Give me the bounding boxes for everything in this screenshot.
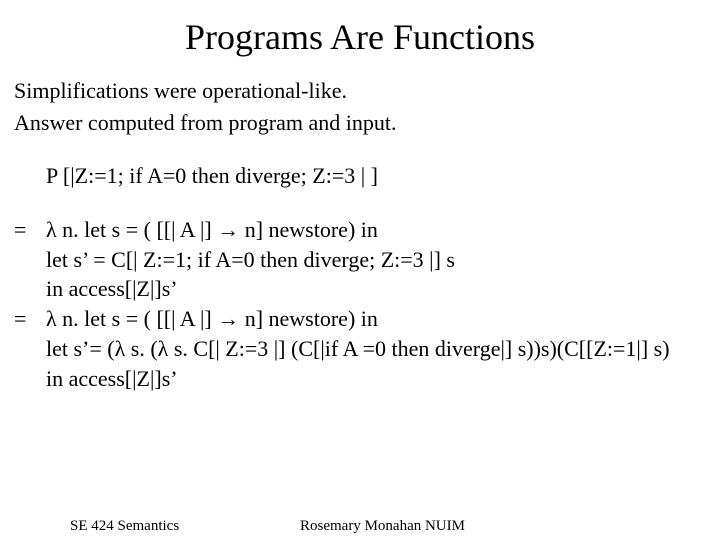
intro-line-1: Simplifications were operational-like. <box>14 76 706 106</box>
spacer <box>14 139 706 161</box>
derivation-1-line-2: let s’ = C[| Z:=1; if A=0 then diverge; … <box>14 245 706 275</box>
slide: Programs Are Functions Simplifications w… <box>0 0 720 540</box>
footer-course: SE 424 Semantics <box>70 518 179 535</box>
derivation-1-line-3: in access[|Z|]s’ <box>14 274 706 304</box>
derivation-2-line-2: let s’= (λ s. (λ s. C[| Z:=3 |] (C[|if A… <box>14 334 706 364</box>
footer-author: Rosemary Monahan NUIM <box>300 518 465 535</box>
derivation-2-line-1: = λ n. let s = ( [[| A |] → n] newstore)… <box>14 304 706 334</box>
derivation-text: let s’ = C[| Z:=1; if A=0 then diverge; … <box>46 245 455 275</box>
derivation-text: in access[|Z|]s’ <box>46 274 178 304</box>
slide-title: Programs Are Functions <box>14 16 706 58</box>
slide-body: Simplifications were operational-like. A… <box>14 76 706 393</box>
spacer <box>14 193 706 215</box>
equals-mark: = <box>14 304 46 334</box>
derivation-text: let s’= (λ s. (λ s. C[| Z:=3 |] (C[|if A… <box>46 334 670 364</box>
derivation-2-line-3: in access[|Z|]s’ <box>14 364 706 394</box>
equals-mark: = <box>14 215 46 245</box>
program-expression: P [|Z:=1; if A=0 then diverge; Z:=3 | ] <box>14 161 706 191</box>
derivation-text: λ n. let s = ( [[| A |] → n] newstore) i… <box>46 304 378 334</box>
derivation-1-line-1: = λ n. let s = ( [[| A |] → n] newstore)… <box>14 215 706 245</box>
derivation-text: in access[|Z|]s’ <box>46 364 178 394</box>
derivation-text: λ n. let s = ( [[| A |] → n] newstore) i… <box>46 215 378 245</box>
intro-line-2: Answer computed from program and input. <box>14 108 706 138</box>
